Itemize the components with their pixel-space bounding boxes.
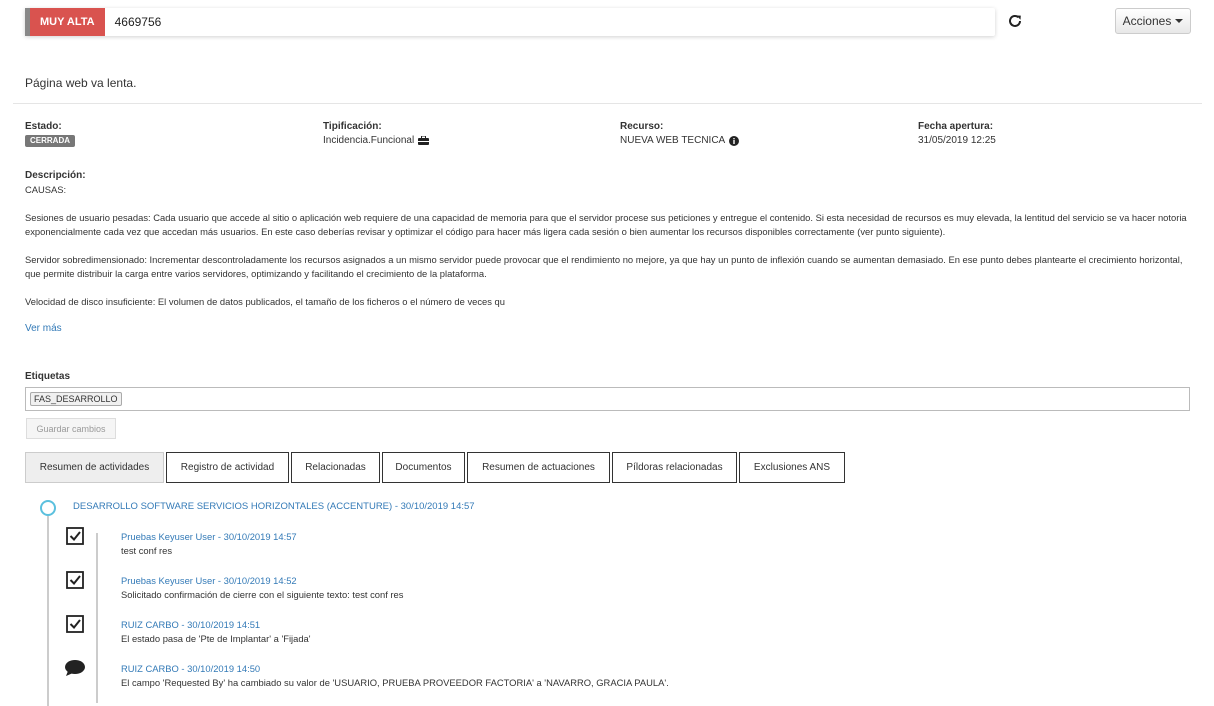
checkbox-icon: [66, 527, 84, 545]
tab-resumen-actividades[interactable]: Resumen de actividades: [25, 452, 164, 483]
field-estado: Estado: CERRADA: [25, 121, 75, 147]
priority-badge: MUY ALTA: [30, 8, 105, 36]
estado-label: Estado:: [25, 121, 62, 132]
timeline-group-title[interactable]: DESARROLLO SOFTWARE SERVICIOS HORIZONTAL…: [73, 501, 475, 512]
briefcase-icon: [418, 136, 430, 145]
tags-input[interactable]: FAS_DESARROLLO: [25, 387, 1190, 411]
chevron-down-icon: [1175, 19, 1184, 23]
entry-title[interactable]: Pruebas Keyuser User - 30/10/2019 14:57: [121, 531, 297, 542]
tab-relacionadas[interactable]: Relacionadas: [291, 452, 380, 483]
save-changes-button[interactable]: Guardar cambios: [26, 418, 116, 439]
entry-title[interactable]: RUIZ CARBO - 30/10/2019 14:51: [121, 619, 260, 630]
tab-pildoras-relacionadas[interactable]: Píldoras relacionadas: [612, 452, 737, 483]
tab-registro-actividad[interactable]: Registro de actividad: [166, 452, 289, 483]
tab-resumen-actuaciones[interactable]: Resumen de actuaciones: [467, 452, 610, 483]
actions-dropdown-button[interactable]: Acciones: [1115, 8, 1191, 34]
timeline-line: [47, 516, 49, 706]
description-label: Descripción:: [25, 170, 86, 181]
refresh-icon[interactable]: [1006, 12, 1024, 30]
comment-icon: [65, 660, 85, 676]
ticket-summary: Página web va lenta.: [25, 76, 137, 90]
entry-title[interactable]: RUIZ CARBO - 30/10/2019 14:50: [121, 663, 260, 674]
tipificacion-label: Tipificación:: [323, 121, 382, 132]
actions-label: Acciones: [1122, 14, 1172, 28]
description-paragraph: Velocidad de disco insuficiente: El volu…: [25, 296, 505, 307]
tags-label: Etiquetas: [25, 371, 71, 382]
recurso-value: NUEVA WEB TECNICA: [620, 135, 726, 146]
entry-text: El estado pasa de 'Pte de Implantar' a '…: [121, 633, 311, 644]
field-tipificacion: Tipificación: Incidencia.Funcional: [323, 121, 430, 146]
entry-text: test conf res: [121, 545, 173, 556]
description-paragraph: Sesiones de usuario pesadas: Cada usuari…: [25, 212, 1187, 237]
ver-mas-link[interactable]: Ver más: [25, 323, 62, 334]
description-text: CAUSAS: Sesiones de usuario pesadas: Cad…: [25, 183, 1190, 323]
checkbox-icon: [66, 615, 84, 633]
fecha-value: 31/05/2019 12:25: [918, 135, 996, 146]
description-paragraph: Servidor sobredimensionado: Incrementar …: [25, 254, 1183, 279]
status-badge: CERRADA: [25, 135, 75, 147]
divider: [13, 103, 1202, 104]
entry-text: Solicitado confirmación de cierre con el…: [121, 589, 404, 600]
tabs-bar: Resumen de actividades Registro de activ…: [25, 452, 845, 483]
checkbox-icon: [66, 571, 84, 589]
tag-chip[interactable]: FAS_DESARROLLO: [30, 392, 122, 406]
tab-documentos[interactable]: Documentos: [382, 452, 465, 483]
description-paragraph: CAUSAS:: [25, 184, 67, 195]
entry-text: El campo 'Requested By' ha cambiado su v…: [121, 677, 669, 688]
tipificacion-value: Incidencia.Funcional: [323, 135, 415, 146]
fecha-label: Fecha apertura:: [918, 121, 994, 132]
ticket-header: MUY ALTA 4669756: [25, 8, 995, 36]
field-recurso: Recurso: NUEVA WEB TECNICA: [620, 121, 740, 146]
field-fecha-apertura: Fecha apertura: 31/05/2019 12:25: [918, 121, 996, 146]
ticket-id: 4669756: [114, 15, 162, 29]
timeline-subline: [96, 533, 98, 703]
info-icon[interactable]: [729, 135, 740, 146]
tab-exclusiones-ans[interactable]: Exclusiones ANS: [739, 452, 845, 483]
recurso-label: Recurso:: [620, 121, 664, 132]
timeline-node-icon: [40, 500, 56, 516]
entry-title[interactable]: Pruebas Keyuser User - 30/10/2019 14:52: [121, 575, 297, 586]
